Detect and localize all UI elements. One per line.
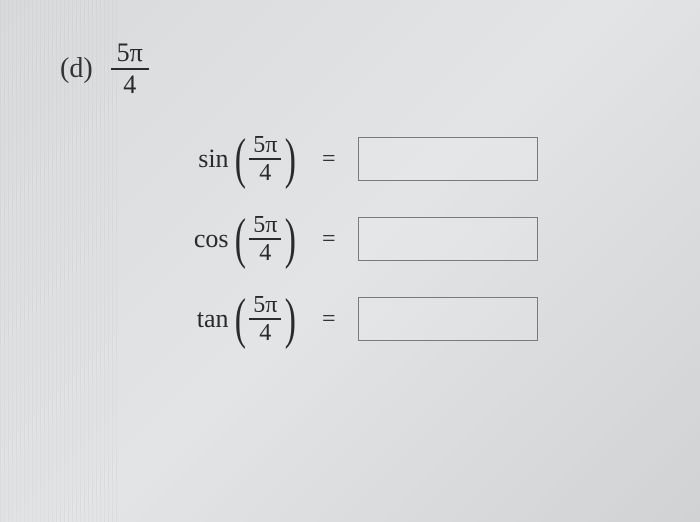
func-tan: tan [197, 304, 229, 334]
tan-argument: 5π 4 [249, 293, 281, 345]
frac-denominator: 4 [117, 70, 142, 98]
header-fraction: 5π 4 [111, 40, 149, 98]
cos-answer-input[interactable] [358, 217, 538, 261]
sin-expression: sin ( 5π 4 ) [150, 133, 300, 185]
tan-arg-den: 4 [255, 320, 275, 345]
cos-arg-den: 4 [255, 240, 275, 265]
func-cos: cos [194, 224, 229, 254]
equals-sign: = [322, 146, 336, 173]
cos-expression: cos ( 5π 4 ) [150, 213, 300, 265]
sin-answer-input[interactable] [358, 137, 538, 181]
problem-header: (d) 5π 4 [60, 40, 650, 98]
right-paren-icon: ) [285, 217, 296, 262]
cos-argument: 5π 4 [249, 213, 281, 265]
left-paren-icon: ( [234, 217, 245, 262]
tan-answer-input[interactable] [358, 297, 538, 341]
sin-arg-num: 5π [249, 133, 281, 158]
sin-argument: 5π 4 [249, 133, 281, 185]
cos-arg-num: 5π [249, 213, 281, 238]
equation-row-tan: tan ( 5π 4 ) = [150, 293, 650, 345]
equals-sign: = [322, 226, 336, 253]
equals-sign: = [322, 306, 336, 333]
right-paren-icon: ) [285, 297, 296, 342]
func-sin: sin [198, 144, 228, 174]
equation-row-sin: sin ( 5π 4 ) = [150, 133, 650, 185]
right-paren-icon: ) [285, 137, 296, 182]
sin-arg-den: 4 [255, 160, 275, 185]
left-paren-icon: ( [234, 297, 245, 342]
part-label: (d) [60, 53, 93, 85]
tan-expression: tan ( 5π 4 ) [150, 293, 300, 345]
equation-row-cos: cos ( 5π 4 ) = [150, 213, 650, 265]
tan-arg-num: 5π [249, 293, 281, 318]
frac-numerator: 5π [111, 40, 149, 68]
left-paren-icon: ( [234, 137, 245, 182]
